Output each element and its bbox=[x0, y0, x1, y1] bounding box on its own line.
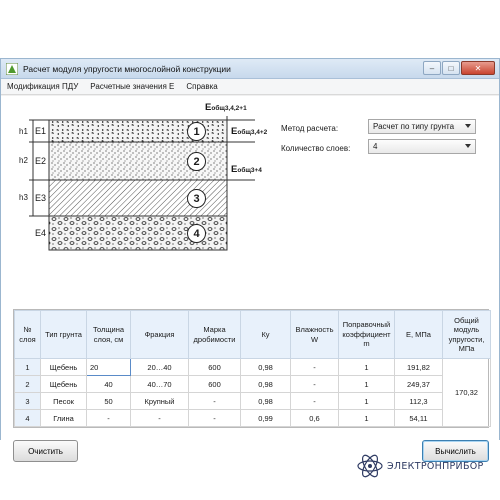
grade-cell[interactable]: 600 bbox=[188, 375, 241, 393]
ku-cell[interactable]: 0,98 bbox=[240, 375, 291, 393]
correction-cell[interactable]: 1 bbox=[338, 375, 395, 393]
method-select-value: Расчет по типу грунта bbox=[373, 122, 455, 131]
moisture-cell[interactable]: 0,6 bbox=[290, 409, 339, 427]
column-header: Поправочный коэффициент m bbox=[338, 310, 395, 359]
e-total-2-sub: общ3,4+2 bbox=[237, 129, 268, 136]
soil-type-cell[interactable]: Щебень bbox=[40, 358, 87, 376]
app-window: Расчет модуля упругости многослойной кон… bbox=[0, 58, 500, 462]
e-modulus-cell[interactable]: 112,3 bbox=[394, 392, 443, 410]
layer-h1-label: h1 bbox=[19, 127, 28, 136]
e-total-3-sub: общ3+4 bbox=[237, 167, 262, 174]
e-total-label-3: Eобщ3+4 bbox=[231, 164, 262, 175]
method-label: Метод расчета: bbox=[281, 124, 339, 133]
table-header-row: № слоя Тип грунта Толщина слоя, см Фракц… bbox=[14, 310, 491, 359]
ku-cell[interactable]: 0,98 bbox=[240, 392, 291, 410]
layer-diagram: 1 2 3 4 E1 E2 E3 E4 h1 h2 h3 Eобщ3,4,2+1… bbox=[15, 96, 285, 316]
column-header: Тип грунта bbox=[40, 310, 87, 359]
table-row: 4 Глина - - - 0,99 0,6 1 54,11 bbox=[14, 409, 491, 427]
menu-bar: Модификация ПДУ Расчетные значения Е Спр… bbox=[1, 79, 499, 95]
menu-item-modification[interactable]: Модификация ПДУ bbox=[7, 82, 78, 91]
brand-logo: ЭЛЕКТРОНПРИБОР bbox=[356, 454, 484, 478]
e-modulus-cell[interactable]: 249,37 bbox=[394, 375, 443, 393]
layer-e4-label: E4 bbox=[35, 228, 47, 238]
fraction-cell[interactable]: 40…70 bbox=[130, 375, 189, 393]
correction-cell[interactable]: 1 bbox=[338, 392, 395, 410]
thickness-cell[interactable]: - bbox=[86, 409, 131, 427]
table-row: 3 Песок 50 Крупный - 0,98 - 1 112,3 bbox=[14, 392, 491, 410]
correction-cell[interactable]: 1 bbox=[338, 409, 395, 427]
close-button[interactable]: ✕ bbox=[461, 61, 495, 75]
layer-number-4: 4 bbox=[187, 224, 206, 243]
window-title: Расчет модуля упругости многослойной кон… bbox=[23, 63, 231, 74]
layer-h2-label: h2 bbox=[19, 156, 28, 165]
layer-number-3: 3 bbox=[187, 189, 206, 208]
table-row: 1 Щебень 20 20…40 600 0,98 - 1 191,82 17… bbox=[14, 358, 491, 427]
layer-e2-label: E2 bbox=[35, 156, 47, 166]
fraction-cell[interactable]: Крупный bbox=[130, 392, 189, 410]
minimize-button[interactable]: – bbox=[423, 61, 441, 75]
e-total-1-sub: общ3,4,2+1 bbox=[211, 105, 247, 112]
layers-table: № слоя Тип грунта Толщина слоя, см Фракц… bbox=[13, 309, 491, 428]
title-bar: Расчет модуля упругости многослойной кон… bbox=[1, 59, 499, 79]
moisture-cell[interactable]: - bbox=[290, 375, 339, 393]
layer-number-2: 2 bbox=[187, 152, 206, 171]
layers-count-label: Количество слоев: bbox=[281, 144, 351, 153]
e-modulus-cell[interactable]: 54,11 bbox=[394, 409, 443, 427]
row-number: 3 bbox=[14, 392, 41, 410]
grade-cell[interactable]: 600 bbox=[188, 358, 241, 376]
e-total-label-2: Eобщ3,4+2 bbox=[231, 126, 267, 137]
total-modulus-cell: 170,32 bbox=[442, 358, 491, 427]
column-header: № слоя bbox=[14, 310, 41, 359]
layer-e3-label: E3 bbox=[35, 193, 47, 203]
maximize-button[interactable]: □ bbox=[442, 61, 460, 75]
column-header: Толщина слоя, см bbox=[86, 310, 131, 359]
menu-item-calc-values[interactable]: Расчетные значения Е bbox=[90, 82, 174, 91]
layer-h3-label: h3 bbox=[19, 193, 28, 202]
layers-count-value: 4 bbox=[373, 142, 378, 151]
ku-cell[interactable]: 0,98 bbox=[240, 358, 291, 376]
chevron-down-icon bbox=[465, 124, 471, 128]
grade-cell[interactable]: - bbox=[188, 409, 241, 427]
soil-type-cell[interactable]: Песок bbox=[40, 392, 87, 410]
fraction-cell[interactable]: 20…40 bbox=[130, 358, 189, 376]
moisture-cell[interactable]: - bbox=[290, 358, 339, 376]
table-row: 2 Щебень 40 40…70 600 0,98 - 1 249,37 bbox=[14, 375, 491, 393]
column-header: Фракция bbox=[130, 310, 189, 359]
column-header: Марка дробимости bbox=[188, 310, 241, 359]
thickness-cell[interactable]: 40 bbox=[86, 375, 131, 393]
fraction-cell[interactable]: - bbox=[130, 409, 189, 427]
layer-e1-label: E1 bbox=[35, 126, 47, 136]
method-select[interactable]: Расчет по типу грунта bbox=[368, 119, 476, 134]
main-content: 1 2 3 4 E1 E2 E3 E4 h1 h2 h3 Eобщ3,4,2+1… bbox=[1, 96, 499, 462]
correction-cell[interactable]: 1 bbox=[338, 358, 395, 376]
brand-name: ЭЛЕКТРОНПРИБОР bbox=[387, 460, 484, 472]
soil-type-cell[interactable]: Щебень bbox=[40, 375, 87, 393]
soil-type-cell[interactable]: Глина bbox=[40, 409, 87, 427]
moisture-cell[interactable]: - bbox=[290, 392, 339, 410]
chevron-down-icon bbox=[465, 144, 471, 148]
grade-cell[interactable]: - bbox=[188, 392, 241, 410]
layer-number-1: 1 bbox=[187, 122, 206, 141]
row-number: 4 bbox=[14, 409, 41, 427]
thickness-cell[interactable]: 50 bbox=[86, 392, 131, 410]
column-header: Ку bbox=[240, 310, 291, 359]
row-number: 2 bbox=[14, 375, 41, 393]
clear-button[interactable]: Очистить bbox=[13, 440, 78, 462]
e-modulus-cell[interactable]: 191,82 bbox=[394, 358, 443, 376]
row-number: 1 bbox=[14, 358, 41, 376]
menu-item-help[interactable]: Справка bbox=[186, 82, 217, 91]
thickness-cell[interactable]: 20 bbox=[86, 358, 131, 376]
ku-cell[interactable]: 0,99 bbox=[240, 409, 291, 427]
column-header: Е, МПа bbox=[394, 310, 443, 359]
column-header: Общий модуль упругости, МПа bbox=[442, 310, 491, 359]
app-icon bbox=[6, 62, 18, 75]
column-header: Влажность W bbox=[290, 310, 339, 359]
e-total-label-1: Eобщ3,4,2+1 bbox=[205, 102, 247, 113]
atom-icon bbox=[357, 454, 383, 478]
layers-count-select[interactable]: 4 bbox=[368, 139, 476, 154]
